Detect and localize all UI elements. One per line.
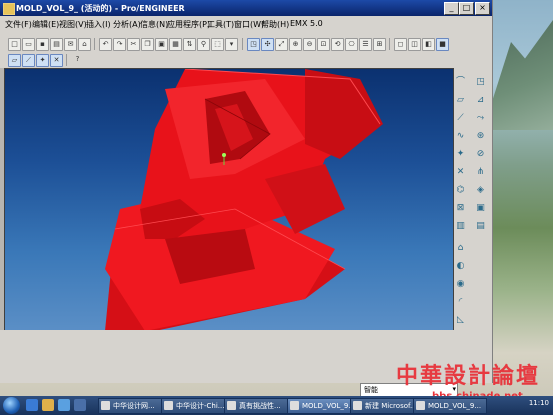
- open-file-icon[interactable]: ▭: [22, 38, 35, 51]
- feature-toolbar-right: ⌒ ◳ ▱ ⊿ ⟋ ⤳ ∿ ⊛ ✦ ⊘ ✕ ⋔ ⌬ ◈ ⊠ ▣ ▥ ▤ ⌂ ◐ …: [452, 70, 492, 332]
- component-icon[interactable]: ▣: [474, 202, 487, 215]
- view-orient-icon[interactable]: ◳: [247, 38, 260, 51]
- gate-icon[interactable]: ◈: [474, 184, 487, 197]
- split-icon[interactable]: ⊘: [474, 148, 487, 161]
- folder-icon[interactable]: [42, 399, 54, 411]
- no-hidden-icon[interactable]: ◧: [422, 38, 435, 51]
- paste-icon[interactable]: ▣: [155, 38, 168, 51]
- runner-icon[interactable]: ⤳: [474, 112, 487, 125]
- menu-applications[interactable]: 应用程序(P): [167, 19, 210, 30]
- maximize-button[interactable]: □: [459, 2, 474, 15]
- parting-surface-icon[interactable]: ⊿: [474, 94, 487, 107]
- search-icon[interactable]: ⚲: [197, 38, 210, 51]
- body-right-face: [305, 69, 383, 159]
- menu-file[interactable]: 文件(F): [5, 19, 32, 30]
- menu-info[interactable]: 信息(N): [140, 19, 168, 30]
- waterline-icon[interactable]: ⋔: [474, 166, 487, 179]
- proe-window: MOLD_VOL_9_ (活动的) - Pro/ENGINEER _ □ × 文…: [0, 0, 493, 383]
- layers-icon[interactable]: ☰: [359, 38, 372, 51]
- curve-icon[interactable]: ∿: [454, 130, 467, 143]
- select-dropdown-icon[interactable]: ▾: [225, 38, 238, 51]
- watermark-title: 中華設計論壇: [396, 363, 541, 389]
- menu-help[interactable]: 帮助(H): [261, 19, 289, 30]
- main-toolbar: □ ▭ ▪ ▤ ✉ ⌂ ↶ ↷ ✂ ❐ ▣ ▦ ⇅ ⚲ ⬚ ▾ ◳ ✣ ⤢ ⊕ …: [0, 38, 492, 54]
- cut-icon[interactable]: ✂: [127, 38, 140, 51]
- menu-insert[interactable]: 插入(I): [86, 19, 111, 30]
- show-desktop-icon[interactable]: [58, 399, 70, 411]
- new-file-icon[interactable]: □: [8, 38, 21, 51]
- send-icon[interactable]: ⌂: [78, 38, 91, 51]
- zoom-fit-icon[interactable]: ⤢: [275, 38, 288, 51]
- ie-icon[interactable]: [26, 399, 38, 411]
- axis-icon[interactable]: ⟋: [454, 112, 467, 125]
- menu-tools[interactable]: 工具(T): [207, 19, 234, 30]
- zoom-out-icon[interactable]: ⊖: [303, 38, 316, 51]
- chamfer-icon[interactable]: ◺: [454, 314, 467, 327]
- hole-icon[interactable]: ◉: [454, 278, 467, 291]
- csys-icon[interactable]: ✕: [454, 166, 467, 179]
- sketch-icon[interactable]: ⌒: [454, 76, 467, 89]
- taskbar: 中华设计网... 中华设计-Chi... 真有挑战性... MOLD_VOL_9…: [0, 396, 553, 415]
- menu-edit[interactable]: 编辑(E): [32, 19, 59, 30]
- select-box-icon[interactable]: ⬚: [211, 38, 224, 51]
- coord-sys-icon[interactable]: ✕: [50, 54, 63, 67]
- mold-model-svg: [105, 69, 383, 331]
- zoom-in-icon[interactable]: ⊕: [289, 38, 302, 51]
- save-icon[interactable]: ▪: [36, 38, 49, 51]
- menu-bar: 文件(F) 编辑(E) 视图(V) 插入(I) 分析(A) 信息(N) 应用程序…: [0, 17, 492, 31]
- view-manager-icon[interactable]: ⊞: [373, 38, 386, 51]
- switch-windows-icon[interactable]: [74, 399, 86, 411]
- task-item[interactable]: MOLD_VOL_9...: [413, 398, 487, 414]
- volume-icon[interactable]: ⊛: [474, 130, 487, 143]
- spin-center-marker: [222, 153, 226, 157]
- datum-axis-icon[interactable]: ⟋: [22, 54, 35, 67]
- datum-plane-icon[interactable]: ▱: [8, 54, 21, 67]
- mail-icon[interactable]: ✉: [64, 38, 77, 51]
- extrude-icon[interactable]: ⌂: [454, 242, 467, 255]
- saved-views-icon[interactable]: ⎔: [345, 38, 358, 51]
- refit-icon[interactable]: ⊡: [317, 38, 330, 51]
- clock[interactable]: 11:10: [529, 399, 549, 407]
- regenerate-icon[interactable]: ⇅: [183, 38, 196, 51]
- menu-view[interactable]: 视图(V): [59, 19, 87, 30]
- graphics-viewport[interactable]: [4, 68, 454, 332]
- redo-icon[interactable]: ↷: [113, 38, 126, 51]
- menu-analysis[interactable]: 分析(A): [113, 19, 141, 30]
- undo-icon[interactable]: ↶: [99, 38, 112, 51]
- mold-open-icon[interactable]: ◳: [474, 76, 487, 89]
- point-icon[interactable]: ✦: [454, 148, 467, 161]
- window-title: MOLD_VOL_9_ (活动的) - Pro/ENGINEER: [16, 4, 185, 13]
- wireframe-icon[interactable]: ◻: [394, 38, 407, 51]
- cavity-layout-icon[interactable]: ▥: [454, 220, 467, 233]
- start-button[interactable]: [3, 397, 20, 414]
- paste-special-icon[interactable]: ▦: [169, 38, 182, 51]
- analysis-icon[interactable]: ⌬: [454, 184, 467, 197]
- app-icon: [3, 3, 15, 15]
- title-bar[interactable]: MOLD_VOL_9_ (活动的) - Pro/ENGINEER _ □ ×: [0, 0, 492, 16]
- desktop-mountain: [483, 20, 553, 130]
- spin-center-icon[interactable]: ✣: [261, 38, 274, 51]
- menu-emx[interactable]: EMX 5.0: [290, 19, 323, 28]
- smart-filter-value: 智能: [364, 386, 378, 394]
- menu-window[interactable]: 窗口(W): [234, 19, 264, 30]
- close-button[interactable]: ×: [475, 2, 490, 15]
- reorient-icon[interactable]: ⟲: [331, 38, 344, 51]
- shading-icon[interactable]: ■: [436, 38, 449, 51]
- round-icon[interactable]: ◜: [454, 296, 467, 309]
- workpiece-icon[interactable]: ▤: [474, 220, 487, 233]
- print-icon[interactable]: ▤: [50, 38, 63, 51]
- datum-toolbar: ▱ ⟋ ✦ ✕ ?: [0, 54, 492, 68]
- copy-icon[interactable]: ❐: [141, 38, 154, 51]
- shrink-icon[interactable]: ⊠: [454, 202, 467, 215]
- revolve-icon[interactable]: ◐: [454, 260, 467, 273]
- datum-point-icon[interactable]: ✦: [36, 54, 49, 67]
- minimize-button[interactable]: _: [444, 2, 459, 15]
- whats-this-icon[interactable]: ?: [72, 54, 83, 65]
- plane-icon[interactable]: ▱: [454, 94, 467, 107]
- hidden-line-icon[interactable]: ◫: [408, 38, 421, 51]
